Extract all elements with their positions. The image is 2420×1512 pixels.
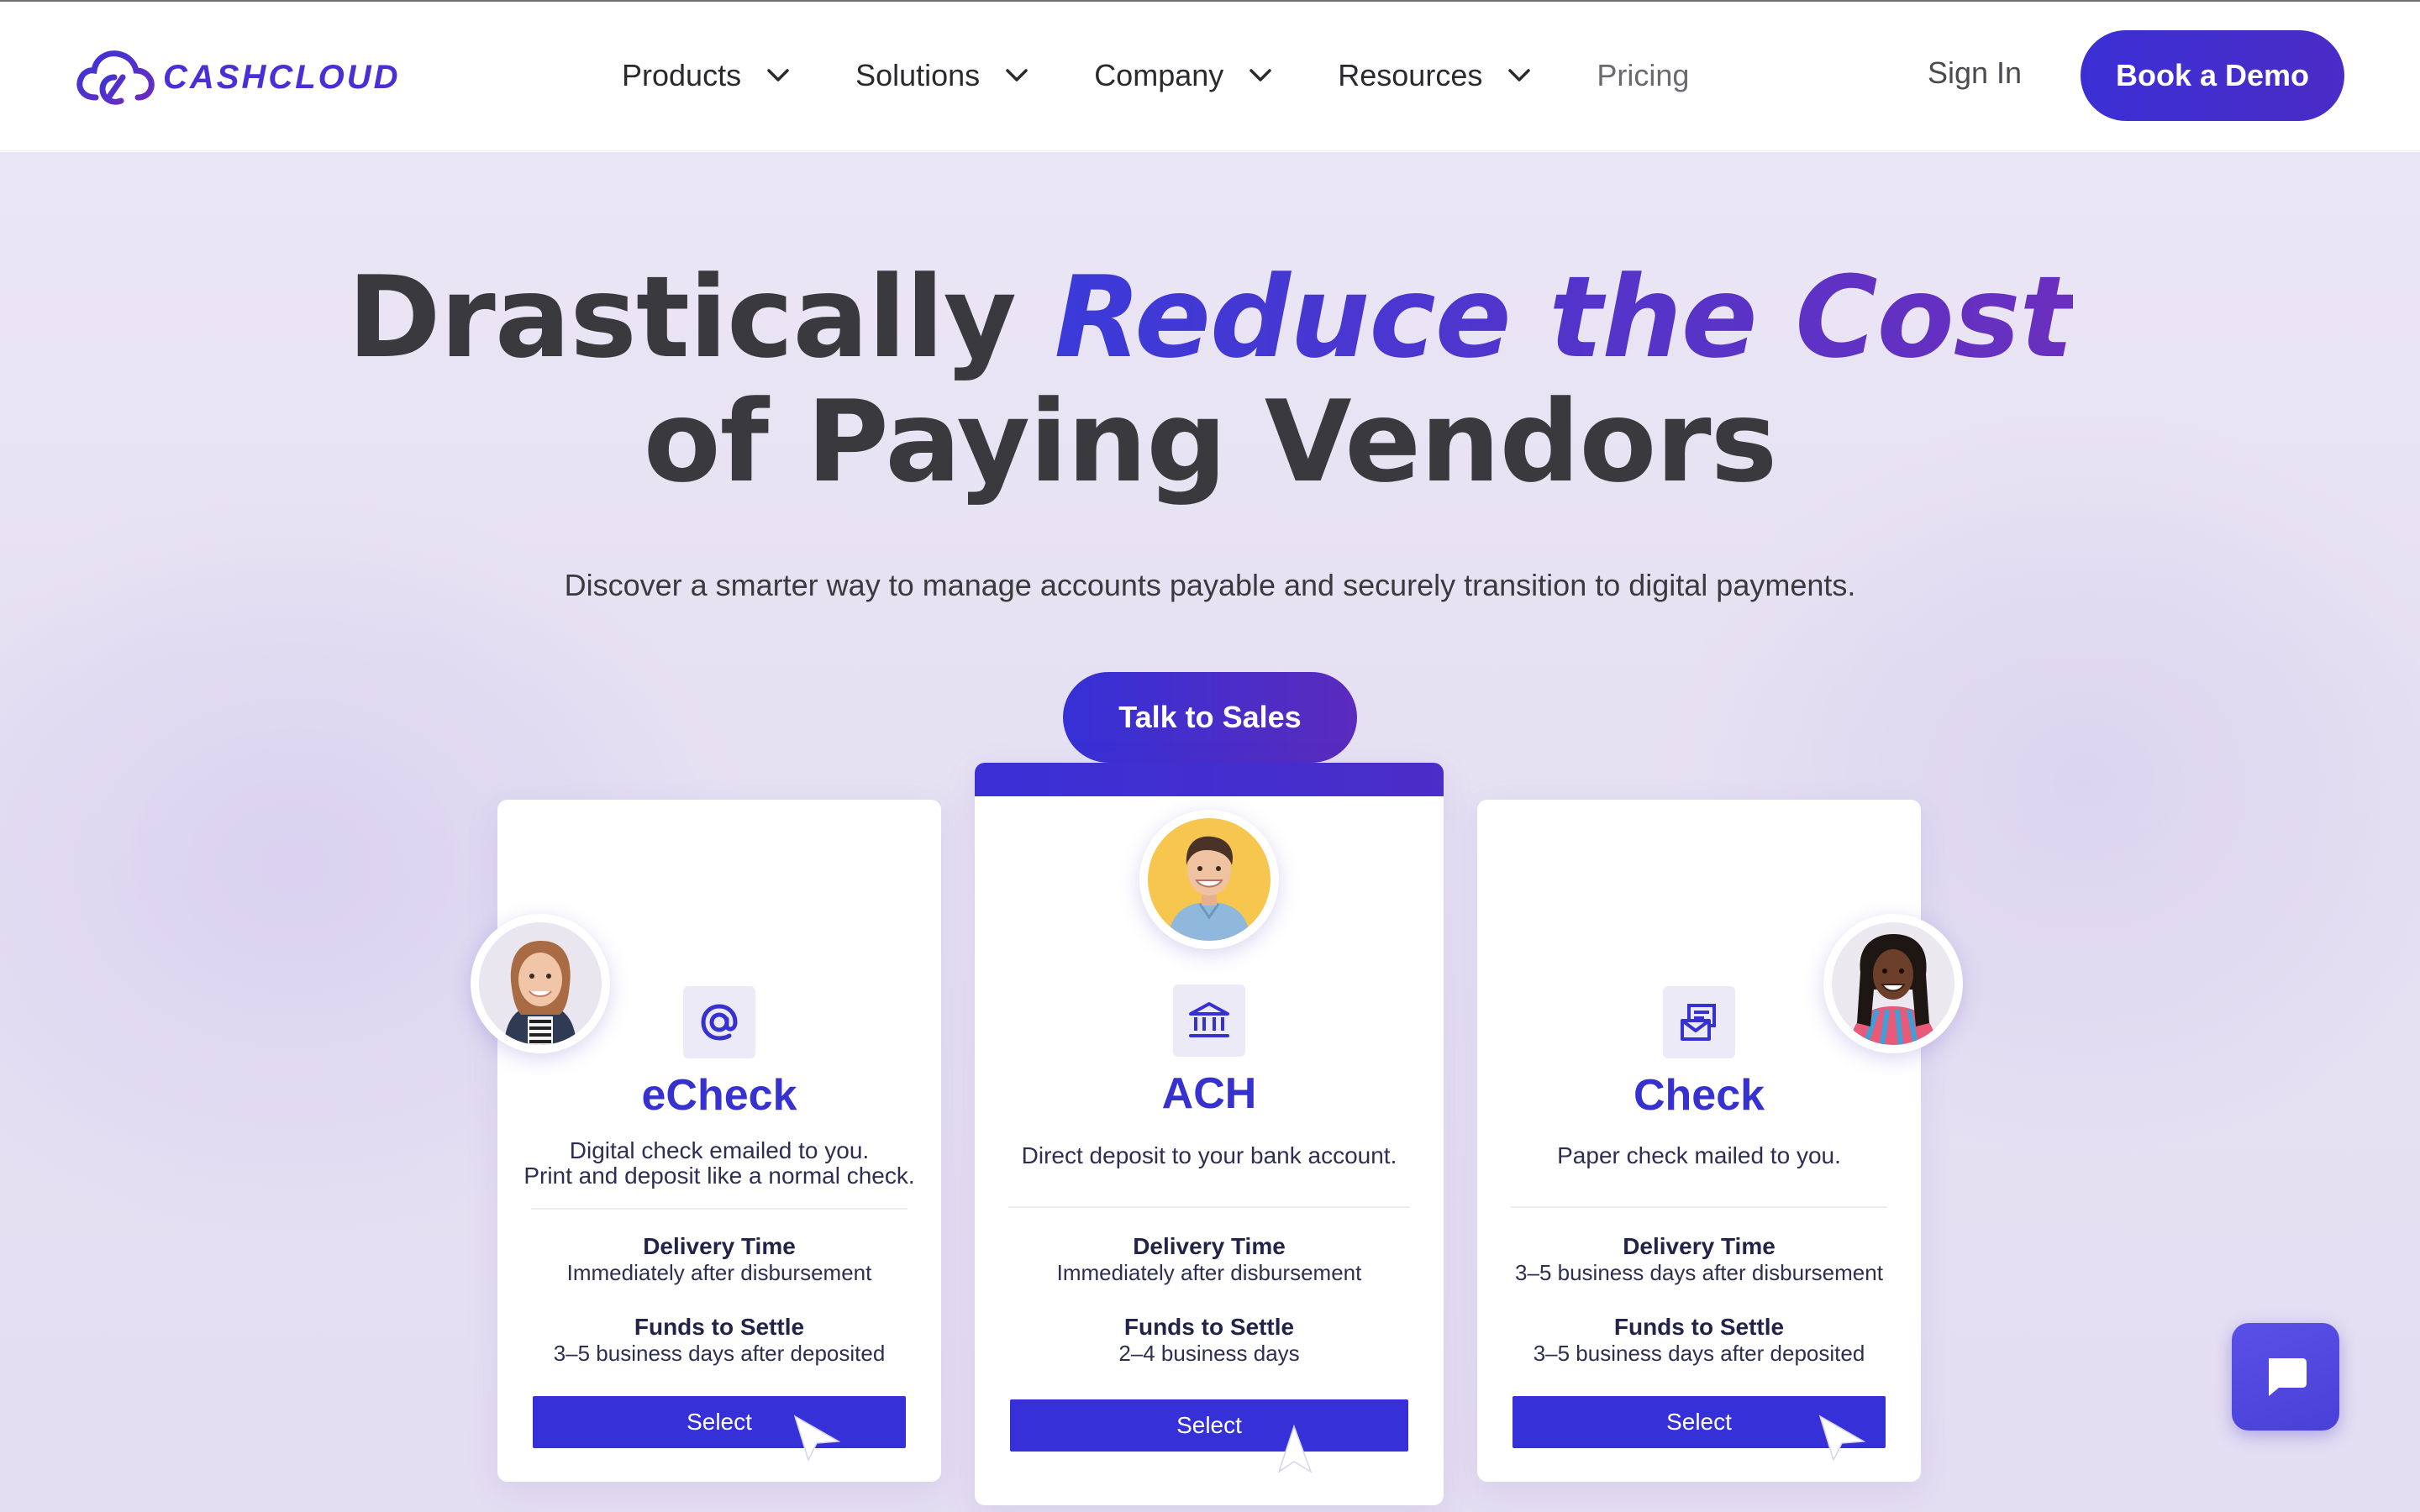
card-divider (1008, 1206, 1410, 1208)
nav-solutions[interactable]: Solutions (855, 58, 1028, 93)
card-title: Check (1633, 1071, 1765, 1120)
cloud-logo-icon (76, 50, 155, 105)
delivery-time-label: Delivery Time (1623, 1233, 1776, 1259)
headline-prefix: Drastically (347, 252, 1055, 383)
card-divider (1511, 1206, 1887, 1208)
chevron-down-icon (1508, 69, 1531, 81)
select-ach-button[interactable]: Select (1010, 1399, 1408, 1452)
nav-company[interactable]: Company (1094, 58, 1272, 93)
delivery-time-label: Delivery Time (643, 1233, 796, 1259)
chat-bubble-icon (2269, 1358, 2307, 1396)
talk-to-sales-button[interactable]: Talk to Sales (1063, 672, 1357, 763)
person-photo-icon (1832, 922, 1954, 1045)
featured-top-bar (975, 763, 1444, 796)
chevron-down-icon (767, 69, 789, 81)
payment-option-echeck[interactable]: eCheck Digital check emailed to you. Pri… (497, 800, 941, 1482)
card-desc-line1: Direct deposit to your bank account. (1021, 1142, 1397, 1168)
card-desc-line2: Print and deposit like a normal check. (523, 1163, 915, 1189)
funds-settle-label: Funds to Settle (1613, 1314, 1785, 1340)
person-photo-icon (479, 922, 602, 1045)
card-title: eCheck (641, 1071, 797, 1120)
avatar-ach-user (1139, 810, 1279, 949)
book-demo-button[interactable]: Book a Demo (2081, 30, 2344, 121)
nav-resources[interactable]: Resources (1338, 58, 1531, 93)
cursor-arrow-icon (793, 1415, 841, 1462)
card-desc-line1: Digital check emailed to you. (569, 1137, 870, 1163)
main-nav: Products Solutions Company Resources Pri… (622, 52, 1754, 99)
cursor-arrow-icon (1818, 1415, 1866, 1462)
bank-icon (1173, 984, 1245, 1057)
card-title: ACH (1161, 1069, 1257, 1118)
at-sign-icon (683, 986, 755, 1058)
mail-check-icon (1663, 986, 1735, 1058)
person-photo-icon (1148, 818, 1270, 941)
cursor-arrow-icon (1277, 1424, 1313, 1473)
hero-headline-line2: of Paying Vendors (643, 376, 1778, 507)
nav-solutions-label: Solutions (855, 58, 981, 92)
hero-subtext: Discover a smarter way to manage account… (564, 568, 1856, 602)
card-desc-line1: Paper check mailed to you. (1557, 1142, 1841, 1168)
funds-settle-value: 3–5 business days after deposited (553, 1341, 886, 1366)
brand-name: CASHCLOUD (163, 58, 401, 96)
brand-logo[interactable]: CASHCLOUD (74, 44, 401, 111)
sign-in-link[interactable]: Sign In (1928, 55, 2022, 91)
chevron-down-icon (1006, 69, 1028, 81)
hero-headline-line1: Drastically Reduce the Cost (0, 255, 2420, 381)
nav-pricing[interactable]: Pricing (1597, 58, 1689, 93)
avatar-echeck-user (471, 914, 610, 1053)
funds-settle-value: 2–4 business days (1118, 1341, 1300, 1366)
nav-company-label: Company (1094, 58, 1224, 92)
delivery-time-value: Immediately after disbursement (566, 1260, 872, 1285)
chat-widget-button[interactable] (2232, 1323, 2339, 1431)
payment-option-check[interactable]: Check Paper check mailed to you. Deliver… (1477, 800, 1921, 1482)
card-divider (531, 1208, 908, 1210)
funds-settle-label: Funds to Settle (1123, 1314, 1295, 1340)
funds-settle-value: 3–5 business days after deposited (1533, 1341, 1865, 1366)
delivery-time-value: 3–5 business days after disbursement (1515, 1260, 1883, 1285)
avatar-check-user (1823, 914, 1963, 1053)
nav-products[interactable]: Products (622, 58, 790, 93)
chevron-down-icon (1249, 69, 1272, 81)
select-echeck-button[interactable]: Select (533, 1396, 906, 1448)
nav-products-label: Products (622, 58, 742, 92)
site-header: CASHCLOUD Products Solutions Company Res… (0, 2, 2420, 151)
delivery-time-label: Delivery Time (1133, 1233, 1286, 1259)
delivery-time-value: Immediately after disbursement (1056, 1260, 1362, 1285)
nav-resources-label: Resources (1338, 58, 1483, 92)
funds-settle-label: Funds to Settle (634, 1314, 805, 1340)
headline-accent: Reduce the Cost (1054, 252, 2074, 383)
